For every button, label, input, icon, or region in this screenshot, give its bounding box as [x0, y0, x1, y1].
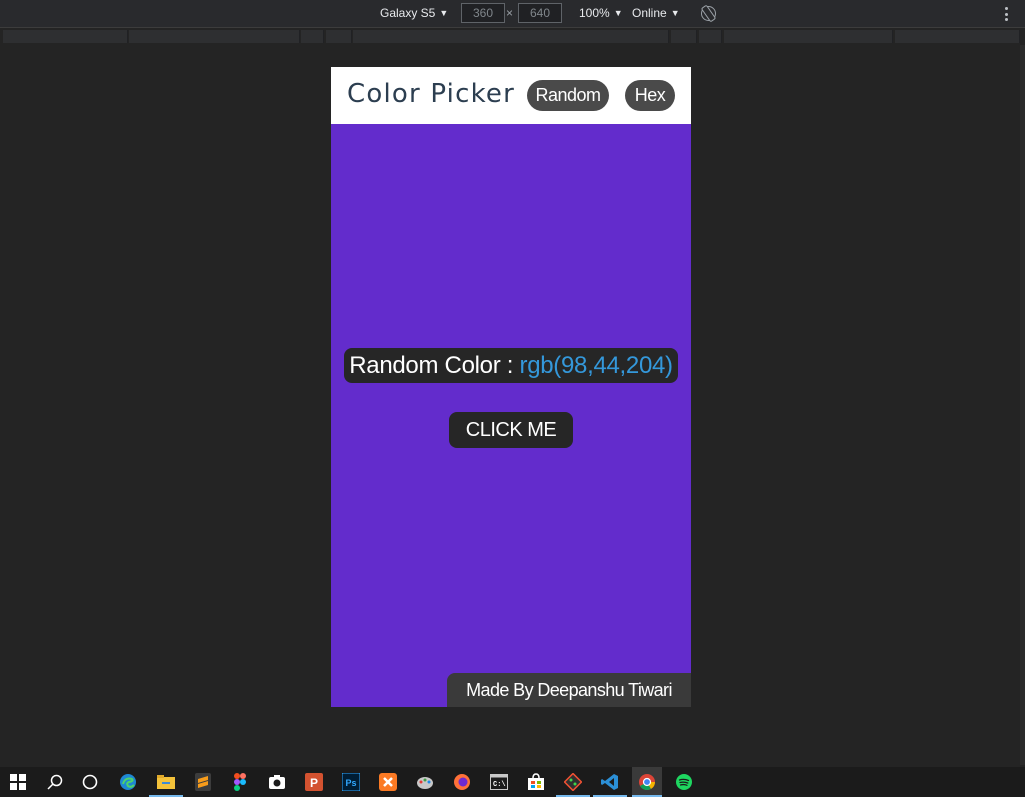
media-query-segment[interactable] — [326, 30, 352, 43]
caret-down-icon: ▼ — [670, 8, 680, 18]
footer-credit: Made By Deepanshu Tiwari — [447, 673, 691, 707]
network-throttle-select[interactable]: Online ▼ — [632, 6, 680, 20]
camera-icon[interactable] — [266, 771, 288, 793]
device-name: Galaxy S5 — [380, 6, 436, 20]
media-query-segment[interactable] — [3, 30, 128, 43]
terminal-icon[interactable]: C:\ — [488, 771, 510, 793]
hex-nav-button[interactable]: Hex — [625, 80, 675, 111]
click-me-button[interactable]: CLICK ME — [449, 412, 573, 448]
media-query-segment[interactable] — [301, 30, 324, 43]
random-nav-button[interactable]: Random — [527, 80, 609, 111]
devtools-device-toolbar: Galaxy S5 ▼ 360 × 640 100% ▼ Online ▼ — [0, 0, 1025, 28]
media-query-segment[interactable] — [671, 30, 697, 43]
taskbar: P Ps C:\ — [0, 767, 1025, 797]
app-header: Color Picker Random Hex — [331, 67, 691, 124]
vscode-icon[interactable] — [593, 771, 627, 797]
color-display: Random Color : rgb(98,44,204) — [344, 348, 678, 383]
height-input[interactable]: 640 — [518, 3, 562, 23]
sublime-icon[interactable] — [192, 771, 214, 793]
network-value: Online — [632, 6, 667, 20]
paint-icon[interactable] — [414, 771, 436, 793]
color-display-prefix: Random Color : — [349, 352, 514, 379]
color-value: rgb(98,44,204) — [519, 352, 674, 379]
figma-icon[interactable] — [229, 771, 251, 793]
caret-down-icon: ▼ — [439, 8, 449, 18]
xampp-icon[interactable] — [377, 771, 399, 793]
edge-icon[interactable] — [117, 771, 139, 793]
store-icon[interactable] — [525, 771, 547, 793]
cortana-icon[interactable] — [79, 771, 101, 793]
media-query-segment[interactable] — [353, 30, 669, 43]
svg-text:P: P — [310, 776, 318, 790]
times-icon: × — [506, 6, 514, 20]
scrollbar[interactable] — [1020, 45, 1025, 765]
app-title: Color Picker — [347, 79, 515, 109]
chrome-icon[interactable] — [632, 767, 662, 797]
spotify-icon[interactable] — [673, 771, 695, 793]
svg-text:Ps: Ps — [345, 778, 356, 788]
powerpoint-icon[interactable]: P — [303, 771, 325, 793]
caret-down-icon: ▼ — [613, 8, 623, 18]
media-query-segment[interactable] — [129, 30, 300, 43]
width-input[interactable]: 360 — [461, 3, 505, 23]
device-select[interactable]: Galaxy S5 ▼ — [380, 6, 448, 20]
media-query-segment[interactable] — [724, 30, 893, 43]
more-options-icon[interactable] — [1005, 7, 1008, 21]
windows-start-icon[interactable] — [7, 771, 29, 793]
media-query-segment[interactable] — [895, 30, 1020, 43]
rotate-icon[interactable] — [701, 6, 716, 21]
firefox-icon[interactable] — [451, 771, 473, 793]
zoom-select[interactable]: 100% ▼ — [579, 6, 623, 20]
svg-text:C:\: C:\ — [493, 781, 506, 789]
device-viewport: Color Picker Random Hex Random Color : r… — [331, 67, 691, 707]
search-icon[interactable] — [44, 771, 66, 793]
photoshop-icon[interactable]: Ps — [340, 771, 362, 793]
file-explorer-icon[interactable] — [149, 771, 183, 797]
media-query-segment[interactable] — [699, 30, 722, 43]
media-query-bar — [0, 28, 1025, 45]
zoom-value: 100% — [579, 6, 610, 20]
git-icon[interactable] — [556, 771, 590, 797]
